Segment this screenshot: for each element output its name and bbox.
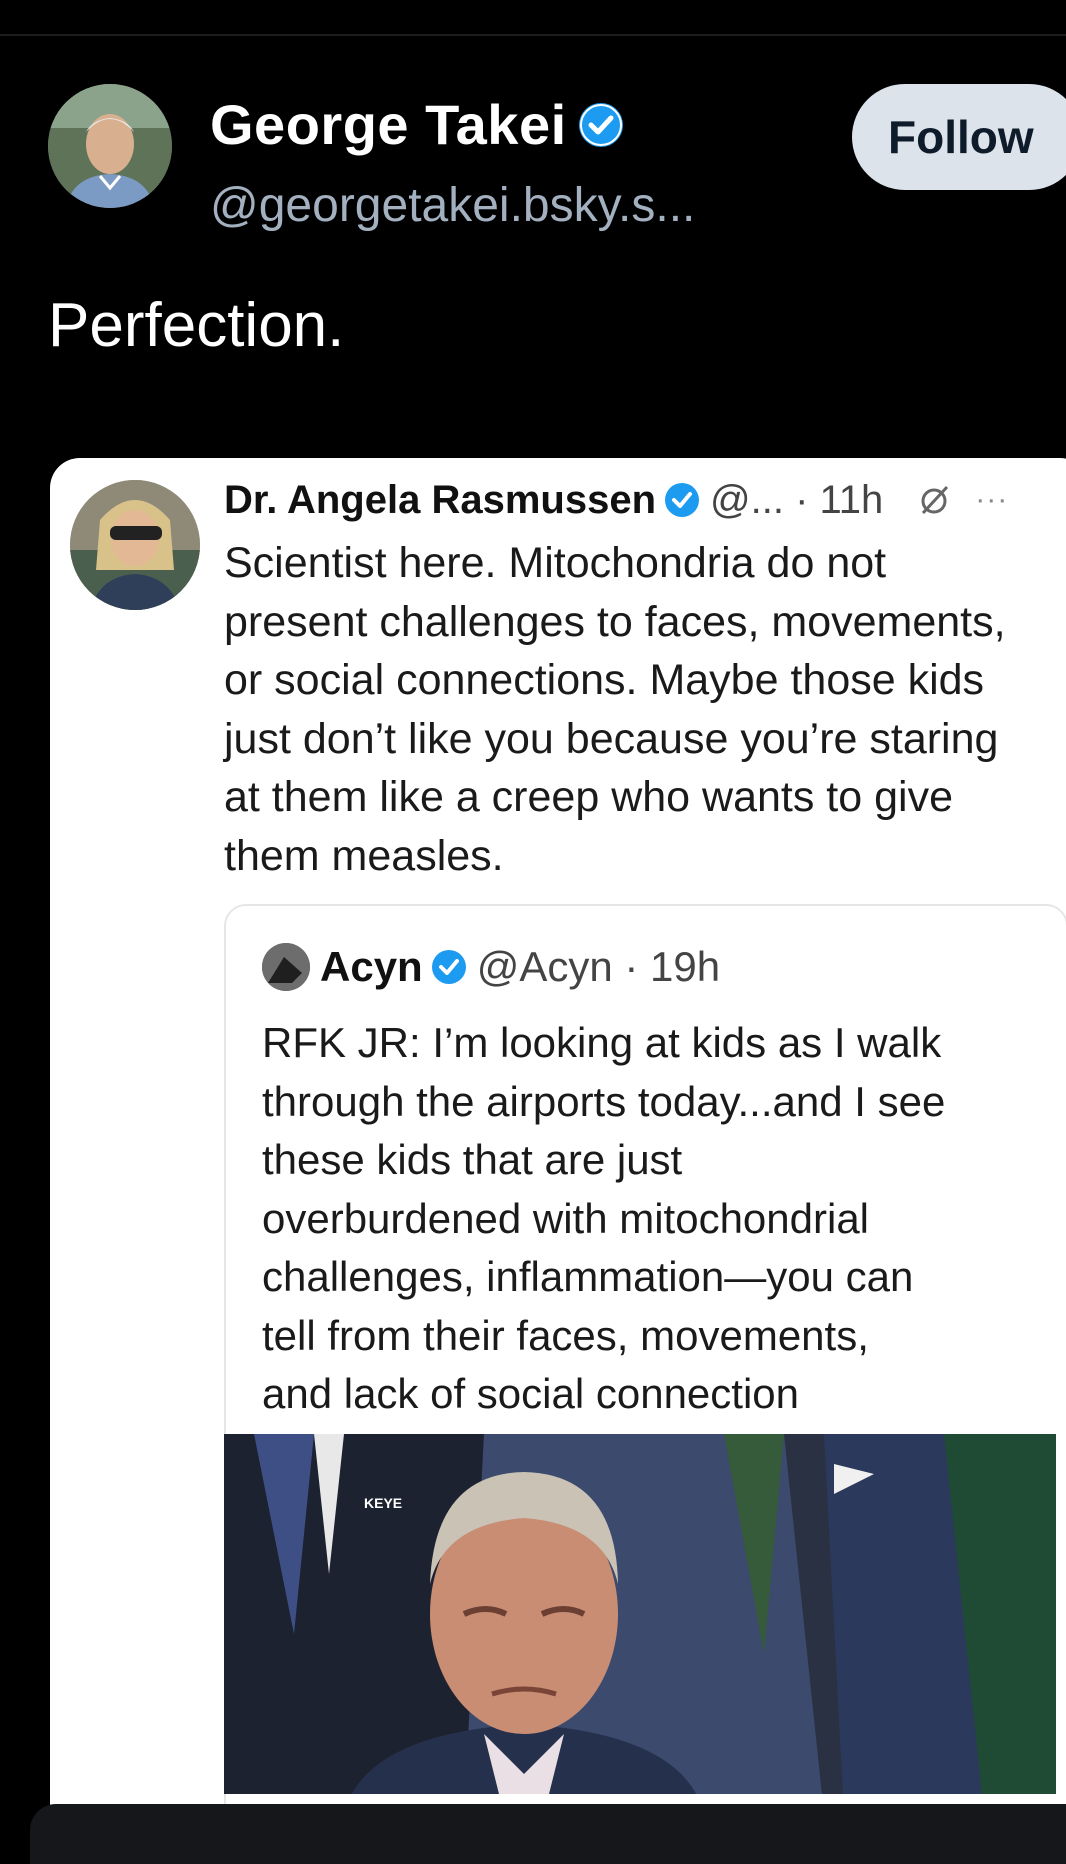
- quoted-author-name: Acyn: [320, 943, 423, 990]
- bottom-sheet-edge: [30, 1804, 1066, 1864]
- author-name-text: George Takei: [210, 93, 567, 156]
- more-options-icon: ···: [975, 483, 1009, 516]
- embedded-author-avatar: [70, 480, 200, 610]
- quoted-author-avatar: [262, 943, 310, 991]
- follow-button[interactable]: Follow: [852, 84, 1066, 190]
- verified-badge-icon: [431, 950, 466, 984]
- quoted-post-header: Acyn @Acyn · 19h: [262, 942, 720, 992]
- verified-badge-icon: [578, 103, 623, 147]
- post-text: Perfection.: [48, 291, 345, 360]
- grok-icon: [921, 485, 949, 515]
- embedded-post-text: Scientist here. Mitochondria do not pres…: [224, 539, 1006, 880]
- author-display-name[interactable]: George Takei: [210, 92, 625, 158]
- embedded-image[interactable]: Dr. Angela Rasmussen @... · 11h ··· Scie…: [50, 458, 1066, 1858]
- verified-badge-icon: [665, 483, 700, 517]
- embedded-post-header: Dr. Angela Rasmussen @... · 11h ···: [224, 476, 1008, 524]
- quoted-post-text: RFK JR: I’m looking at kids as I walk th…: [262, 1019, 946, 1417]
- top-divider: [0, 34, 1066, 36]
- quoted-post-meta: @Acyn · 19h: [476, 943, 721, 990]
- embedded-post-meta: @... · 11h: [710, 478, 884, 522]
- embedded-author-name: Dr. Angela Rasmussen: [224, 478, 657, 522]
- quoted-post-photo: KEYE: [224, 1434, 1056, 1794]
- photo-caption: KEYE: [364, 1495, 402, 1511]
- author-avatar[interactable]: [48, 84, 172, 208]
- author-handle[interactable]: @georgetakei.bsky.s...: [210, 178, 695, 234]
